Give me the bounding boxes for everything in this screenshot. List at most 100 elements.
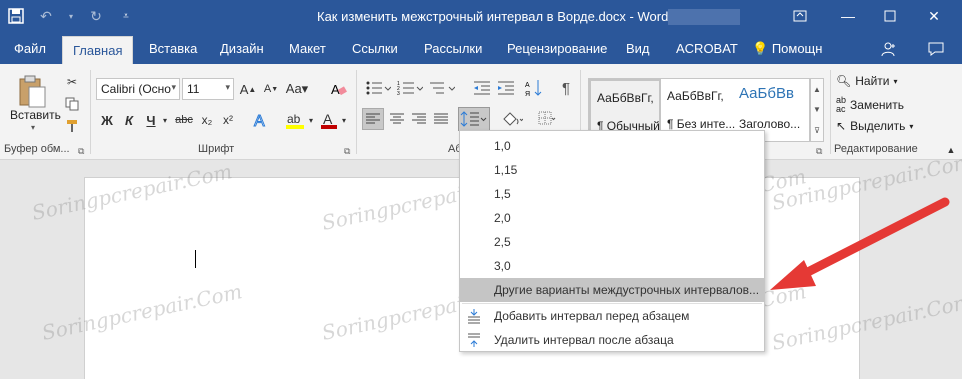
- increase-indent-icon[interactable]: [496, 78, 516, 98]
- font-color-icon[interactable]: A: [318, 110, 340, 130]
- paste-icon[interactable]: [10, 72, 54, 112]
- superscript-button[interactable]: x²: [219, 110, 237, 130]
- font-color-dropdown-icon[interactable]: ▾: [340, 110, 348, 130]
- line-spacing-option-1-15[interactable]: 1,15: [460, 158, 764, 182]
- svg-text:3: 3: [397, 91, 400, 96]
- justify-icon[interactable]: [430, 108, 452, 130]
- text-cursor: [195, 250, 196, 268]
- customize-qat-icon[interactable]: ⩡: [116, 6, 136, 26]
- highlight-color-icon[interactable]: ab: [284, 110, 306, 130]
- tab-review[interactable]: Рецензирование: [507, 34, 607, 64]
- format-painter-icon[interactable]: [64, 118, 80, 134]
- tab-layout[interactable]: Макет: [289, 34, 326, 64]
- multilevel-list-icon[interactable]: [428, 78, 456, 98]
- underline-button[interactable]: Ч: [142, 110, 160, 130]
- copy-icon[interactable]: [64, 96, 80, 112]
- highlight-dropdown-icon[interactable]: ▾: [307, 110, 315, 130]
- more-styles-icon[interactable]: ⊽: [814, 126, 820, 135]
- chevron-up-icon[interactable]: ▲: [813, 85, 821, 94]
- undo-icon[interactable]: ↶: [36, 6, 56, 26]
- strikethrough-button[interactable]: abc: [173, 110, 195, 130]
- grow-font-icon[interactable]: A ▲: [239, 80, 257, 98]
- find-label: Найти: [855, 74, 890, 88]
- chevron-down-icon: ▾: [171, 82, 176, 92]
- style-name: ¶ Без инте...: [667, 117, 736, 131]
- replace-label: Заменить: [850, 98, 904, 112]
- bold-button[interactable]: Ж: [98, 110, 116, 130]
- paste-button-label[interactable]: Вставить: [10, 108, 61, 122]
- replace-icon: ab ac: [836, 95, 847, 114]
- change-case-icon[interactable]: Aa▾: [286, 80, 308, 98]
- font-size-combo[interactable]: 11 ▾: [182, 78, 234, 100]
- styles-scroll[interactable]: ▲ ▼ ⊽: [810, 78, 824, 142]
- comments-icon[interactable]: [924, 38, 948, 60]
- svg-text:ab: ab: [287, 112, 301, 126]
- styles-launcher-icon[interactable]: ⧉: [816, 146, 822, 157]
- user-icon[interactable]: [877, 38, 901, 60]
- select-button[interactable]: ↖ Выделить ▾: [836, 119, 913, 133]
- ribbon-display-options-icon[interactable]: [787, 4, 813, 28]
- replace-button[interactable]: ab ac Заменить: [836, 96, 904, 114]
- tab-home[interactable]: Главная: [62, 36, 134, 64]
- font-family-combo[interactable]: Calibri (Осно ▾: [96, 78, 180, 100]
- subscript-button[interactable]: x₂: [198, 110, 216, 130]
- paste-dropdown-icon[interactable]: ▾: [31, 123, 35, 132]
- style-sample: АаБбВвГг,: [597, 91, 654, 105]
- tab-file[interactable]: Файл: [14, 34, 46, 64]
- title-bar: ↶ ▾ ↻ ⩡ Как изменить межстрочный интерва…: [0, 0, 962, 34]
- redo-icon[interactable]: ↻: [86, 6, 106, 26]
- clear-formatting-icon[interactable]: A: [330, 80, 348, 98]
- decrease-indent-icon[interactable]: [472, 78, 492, 98]
- borders-icon[interactable]: [536, 108, 558, 130]
- line-spacing-options-more[interactable]: Другие варианты междустрочных интервалов…: [460, 278, 764, 302]
- line-spacing-button[interactable]: [458, 107, 490, 131]
- add-space-before-paragraph[interactable]: Добавить интервал перед абзацем: [460, 304, 764, 328]
- remove-space-after-paragraph[interactable]: Удалить интервал после абзаца: [460, 328, 764, 352]
- align-left-icon[interactable]: [362, 108, 384, 130]
- collapse-ribbon-icon[interactable]: ▲: [944, 144, 958, 156]
- font-launcher-icon[interactable]: ⧉: [344, 146, 350, 157]
- quick-access-toolbar: ↶ ▾ ↻ ⩡: [6, 6, 136, 26]
- italic-button[interactable]: К: [120, 110, 138, 130]
- search-icon: 🔍︎: [836, 74, 852, 88]
- bullets-icon[interactable]: [364, 78, 392, 98]
- line-spacing-option-1-5[interactable]: 1,5: [460, 182, 764, 206]
- sort-icon[interactable]: AЯ: [524, 78, 544, 98]
- line-spacing-option-2-0[interactable]: 2,0: [460, 206, 764, 230]
- cut-icon[interactable]: ✂: [64, 74, 80, 90]
- annotation-arrow: [770, 197, 950, 290]
- show-formatting-marks-icon[interactable]: ¶: [556, 78, 576, 98]
- clipboard-group-label: Буфер обм...: [4, 143, 70, 155]
- tab-mailings[interactable]: Рассылки: [424, 34, 482, 64]
- chevron-down-icon[interactable]: ▼: [813, 105, 821, 114]
- align-center-icon[interactable]: [386, 108, 408, 130]
- maximize-icon[interactable]: [877, 4, 903, 28]
- shrink-font-icon[interactable]: A ▼: [262, 80, 280, 98]
- chevron-down-icon: ▾: [893, 76, 898, 86]
- tab-design[interactable]: Дизайн: [220, 34, 264, 64]
- chevron-down-icon: ▾: [225, 82, 230, 92]
- line-spacing-option-3-0[interactable]: 3,0: [460, 254, 764, 278]
- numbering-icon[interactable]: 123: [396, 78, 424, 98]
- clipboard-launcher-icon[interactable]: ⧉: [78, 146, 84, 157]
- tab-tell-me[interactable]: 💡 Помощн: [752, 34, 822, 64]
- close-icon[interactable]: ✕: [921, 4, 947, 28]
- minimize-icon[interactable]: —: [835, 4, 861, 28]
- remove-space-after-icon: [468, 333, 480, 347]
- text-effects-icon[interactable]: A: [250, 110, 272, 130]
- tab-references[interactable]: Ссылки: [352, 34, 398, 64]
- tab-view[interactable]: Вид: [626, 34, 650, 64]
- align-right-icon[interactable]: [408, 108, 430, 130]
- save-icon[interactable]: [6, 6, 26, 26]
- group-divider: [90, 70, 91, 154]
- find-button[interactable]: 🔍︎ Найти ▾: [836, 74, 898, 88]
- undo-dropdown-icon[interactable]: ▾: [66, 6, 76, 26]
- tab-acrobat[interactable]: ACROBAT: [676, 34, 738, 64]
- shading-icon[interactable]: [500, 108, 524, 130]
- underline-dropdown-icon[interactable]: ▾: [160, 110, 170, 130]
- style-sample: АаБбВв: [739, 85, 794, 102]
- editing-group-label: Редактирование: [834, 143, 918, 155]
- tab-insert[interactable]: Вставка: [149, 34, 197, 64]
- line-spacing-option-1-0[interactable]: 1,0: [460, 134, 764, 158]
- line-spacing-option-2-5[interactable]: 2,5: [460, 230, 764, 254]
